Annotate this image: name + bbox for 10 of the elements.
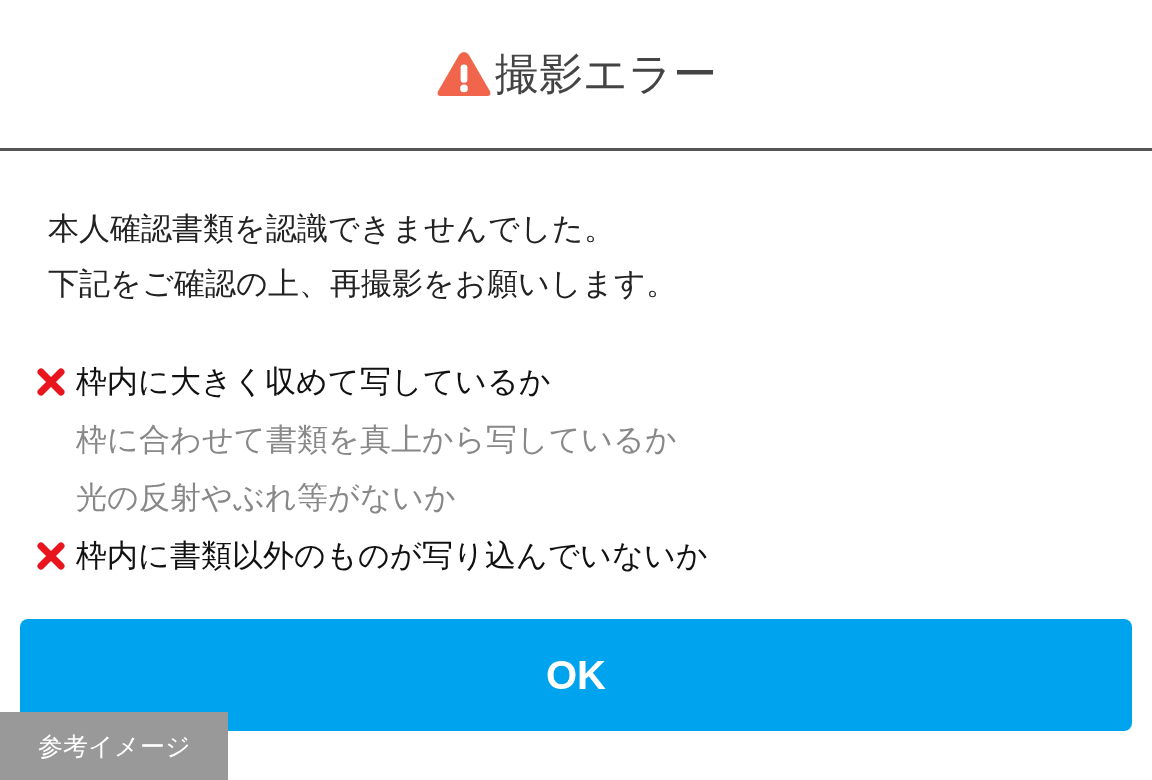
message-text: 本人確認書類を認識できませんでした。 [48, 209, 616, 248]
message-text: 下記をご確認の上、再撮影をお願いします。 [48, 264, 678, 303]
dialog-title: 撮影エラー [495, 46, 717, 101]
warning-icon [435, 49, 493, 99]
checklist-item: 枠内に書類以外のものが写り込んでいないか [76, 536, 708, 575]
checklist-item: 光の反射やぶれ等がないか [76, 478, 456, 517]
checklist-item: 枠に合わせて書類を真上から写しているか [76, 420, 677, 459]
ok-button[interactable]: OK [20, 619, 1132, 731]
reference-image-label: 参考イメージ [0, 712, 228, 780]
checklist-item: 枠内に大きく収めて写しているか [76, 362, 551, 401]
